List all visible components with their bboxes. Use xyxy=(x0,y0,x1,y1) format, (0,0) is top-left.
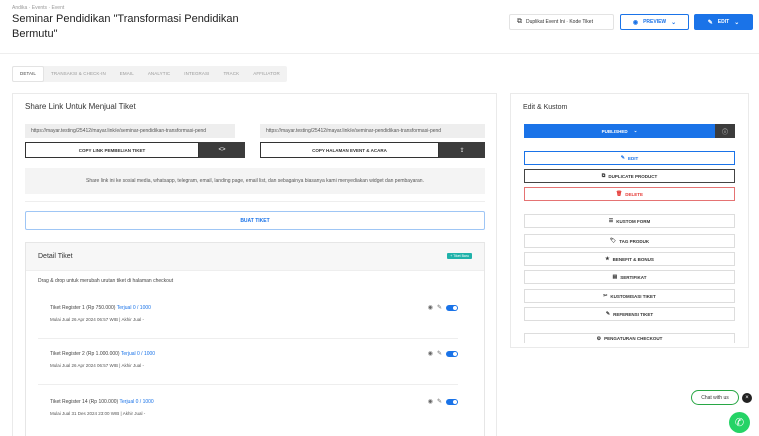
copy-event-page-group: COPY HALAMAN EVENT & ACARA ⇪ xyxy=(260,142,485,158)
breadcrumb: Andika · Events · Event xyxy=(12,5,65,11)
drag-drop-note: Drag & drop untuk merubah urutan tiket d… xyxy=(38,278,174,284)
ticket-active-toggle[interactable] xyxy=(446,350,458,357)
action-benefit-bonus-button[interactable]: ★ BENEFIT & BONUS xyxy=(524,252,735,266)
ticket-active-toggle[interactable] xyxy=(446,304,458,311)
ticket-actions: ◉ ✎ xyxy=(428,304,458,311)
copy-purchase-link-group: COPY LINK PEMBELIAN TIKET <> xyxy=(25,142,245,158)
published-label: PUBLISHED xyxy=(601,128,628,134)
chevron-down-icon: ⌄ xyxy=(671,19,677,26)
edit-icon[interactable]: ✎ xyxy=(437,350,442,357)
tab-transaksi[interactable]: TRANSAKSI & CHECK-IN xyxy=(44,66,113,82)
whatsapp-icon[interactable]: ✆ xyxy=(729,412,750,433)
action-checkout-settings-button[interactable]: ⚙ PENGATURAN CHECKOUT xyxy=(524,333,735,343)
ticket-sold-count: Terjual 0 / 1000 xyxy=(119,399,154,405)
ticket-row[interactable]: Tiket Register 1 (Rp 750.000) Terjual 0 … xyxy=(38,295,458,339)
new-ticket-badge[interactable]: + Tiket Baru xyxy=(447,253,472,259)
action-certificate-button[interactable]: ▤ SERTIFIKAT xyxy=(524,270,735,284)
ticket-row[interactable]: Tiket Register 2 (Rp 1.000.000) Terjual … xyxy=(38,341,458,385)
duplicate-icon: ⧉ xyxy=(601,173,606,179)
preview-label: PREVIEW xyxy=(643,19,667,25)
eye-icon: ◉ xyxy=(632,19,639,26)
ticket-detail-header: Detail Tiket + Tiket Baru xyxy=(26,243,484,271)
header-divider xyxy=(0,53,759,54)
edit-custom-panel: Edit & Kustom PUBLISHED ⌄ ⓘ ✎ EDIT ⧉ DUP… xyxy=(510,93,749,348)
share-title: Share Link Untuk Menjual Tiket xyxy=(25,102,136,111)
close-icon[interactable]: × xyxy=(742,393,752,403)
form-icon: ☰ xyxy=(608,218,614,224)
star-icon: ★ xyxy=(605,256,610,262)
ticket-sold-count: Terjual 0 / 1000 xyxy=(116,305,151,311)
ticket-row[interactable]: Tiket Register 14 (Rp 100.000) Terjual 0… xyxy=(38,389,458,433)
action-delete-button[interactable]: 🗑 DELETE xyxy=(524,187,735,201)
chat-with-us-button[interactable]: Chat with us xyxy=(691,390,739,405)
duplicate-event-label: Duplikat Event Ini · Kode Tiket xyxy=(526,19,593,25)
create-ticket-button[interactable]: BUAT TIKET xyxy=(25,211,485,230)
event-page-link-field[interactable]: https://mayar.testing/25412/mayar.link/e… xyxy=(260,124,485,138)
edit-button[interactable]: ✎ EDIT ⌄ xyxy=(694,14,753,30)
trash-icon: 🗑 xyxy=(615,191,623,197)
ticket-name: Tiket Register 14 (Rp 100.000) Terjual 0… xyxy=(50,399,154,405)
ticket-detail-title: Detail Tiket xyxy=(38,253,73,260)
info-icon[interactable]: ⓘ xyxy=(715,124,735,138)
pencil-icon: ✎ xyxy=(620,155,625,161)
copy-purchase-link-button[interactable]: COPY LINK PEMBELIAN TIKET xyxy=(25,142,199,158)
section-divider xyxy=(25,201,485,202)
ticket-name: Tiket Register 2 (Rp 1.000.000) Terjual … xyxy=(50,351,156,357)
page-title: Seminar Pendidikan "Transformasi Pendidi… xyxy=(12,13,239,40)
preview-button[interactable]: ◉ PREVIEW ⌄ xyxy=(620,14,689,30)
ticket-sold-count: Terjual 0 / 1000 xyxy=(120,351,156,357)
ticket-active-toggle[interactable] xyxy=(446,398,458,405)
tab-bar: DETAIL TRANSAKSI & CHECK-IN EMAIL ANALYT… xyxy=(12,66,287,82)
ticket-sale-period: Mulai Jual 26 Apr 2024 06:57 WIB | Akhir… xyxy=(50,317,144,322)
edit-icon[interactable]: ✎ xyxy=(437,398,442,405)
pencil-icon: ✎ xyxy=(605,311,611,317)
edit-custom-title: Edit & Kustom xyxy=(523,104,568,111)
copy-icon: ⧉ xyxy=(517,18,522,25)
published-status-button[interactable]: PUBLISHED ⌄ xyxy=(524,124,715,138)
purchase-link-field[interactable]: https://mayar.testing/25412/mayar.link/e… xyxy=(25,124,235,138)
ticket-sale-period: Mulai Jual 26 Apr 2024 06:57 WIB | Akhir… xyxy=(50,363,144,368)
action-ticket-reference-button[interactable]: ✎ REFERENSI TIKET xyxy=(524,307,735,321)
tab-integrasi[interactable]: INTEGRASI xyxy=(177,66,216,82)
tab-analytic[interactable]: ANALYTIC xyxy=(141,66,177,82)
tag-icon: 🏷 xyxy=(609,238,617,244)
share-icon[interactable]: ⇪ xyxy=(439,142,485,158)
eye-icon[interactable]: ◉ xyxy=(428,350,433,357)
pencil-icon: ✎ xyxy=(707,19,713,26)
edit-label: EDIT xyxy=(717,19,730,25)
eye-icon[interactable]: ◉ xyxy=(428,304,433,311)
ticket-detail-card: Detail Tiket + Tiket Baru Drag & drop un… xyxy=(25,242,485,436)
copy-event-page-button[interactable]: COPY HALAMAN EVENT & ACARA xyxy=(260,142,439,158)
ticket-actions: ◉ ✎ xyxy=(428,398,458,405)
chevron-down-icon: ⌄ xyxy=(734,19,740,26)
action-edit-button[interactable]: ✎ EDIT xyxy=(524,151,735,165)
action-custom-form-button[interactable]: ☰ KUSTOM FORM xyxy=(524,214,735,228)
duplicate-event-button[interactable]: ⧉ Duplikat Event Ini · Kode Tiket xyxy=(509,14,614,30)
eye-icon[interactable]: ◉ xyxy=(428,398,433,405)
scissors-icon: ✂ xyxy=(603,293,608,299)
tab-email[interactable]: EMAIL xyxy=(113,66,141,82)
certificate-icon: ▤ xyxy=(612,274,618,280)
action-product-tag-button[interactable]: 🏷 TAG PRODUK xyxy=(524,234,735,248)
action-duplicate-button[interactable]: ⧉ DUPLICATE PRODUCT xyxy=(524,169,735,183)
tab-affiliator[interactable]: AFFILIATOR xyxy=(246,66,287,82)
tab-track[interactable]: TRACK xyxy=(216,66,246,82)
gear-icon: ⚙ xyxy=(596,335,602,342)
chevron-down-icon: ⌄ xyxy=(633,128,638,133)
ticket-name: Tiket Register 1 (Rp 750.000) Terjual 0 … xyxy=(50,305,151,311)
action-customize-ticket-button[interactable]: ✂ KUSTOMISASI TIKET xyxy=(524,289,735,303)
tab-detail[interactable]: DETAIL xyxy=(12,66,45,82)
edit-icon[interactable]: ✎ xyxy=(437,304,442,311)
code-icon[interactable]: <> xyxy=(199,142,245,158)
share-panel: Share Link Untuk Menjual Tiket https://m… xyxy=(12,93,497,436)
ticket-actions: ◉ ✎ xyxy=(428,350,458,357)
share-info-text: Share link ini ke sosial media, whatsapp… xyxy=(25,168,485,194)
ticket-sale-period: Mulai Jual 31 Des 2024 23:00 WIB | Akhir… xyxy=(50,411,146,416)
